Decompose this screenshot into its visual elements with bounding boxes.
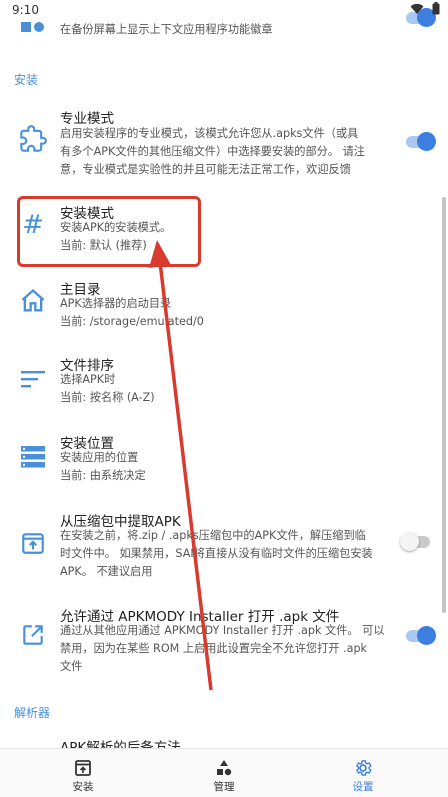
battery-icon	[432, 2, 440, 18]
install-icon	[73, 758, 93, 778]
bottom-navigation: 安装 管理 设置	[0, 748, 448, 797]
nav-install-label: 安装	[72, 781, 94, 793]
item-title: 专业模式	[60, 111, 114, 127]
item-summary: 选择APK时 当前: 按名称 (A-Z)	[60, 373, 155, 404]
item-summary: 启用安装程序的专业模式，该模式允许您从.apks文件（或具 有多个APK文件的其…	[60, 127, 365, 176]
status-bar: 9:10	[0, 0, 448, 22]
parser-fallback-setting[interactable]: APK解析的后备方法	[0, 736, 448, 748]
nav-manage[interactable]: 管理	[164, 749, 284, 797]
item-summary: APK选择器的启动目录 当前: /storage/emulated/0	[60, 297, 204, 328]
puzzle-icon	[18, 124, 48, 154]
storage-icon	[18, 442, 48, 472]
nav-manage-label: 管理	[213, 781, 235, 793]
nav-settings[interactable]: 设置	[303, 749, 423, 797]
gear-icon	[353, 758, 373, 778]
item-title: APK解析的后备方法	[60, 740, 181, 748]
shapes-icon	[214, 758, 234, 778]
archive-icon	[18, 528, 48, 558]
open-external-icon	[18, 620, 48, 650]
file-sort-setting[interactable]: 文件排序 选择APK时 当前: 按名称 (A-Z)	[0, 352, 448, 412]
install-location-setting[interactable]: 安装位置 安装应用的位置 当前: 由系统决定	[0, 430, 448, 490]
section-header-parser: 解析器	[14, 706, 51, 720]
extract-apk-toggle[interactable]	[400, 532, 430, 551]
allow-open-toggle[interactable]	[406, 626, 436, 645]
home-directory-setting[interactable]: 主目录 APK选择器的启动目录 当前: /storage/emulated/0	[0, 276, 448, 336]
extract-apk-setting[interactable]: 从压缩包中提取APK 在安装之前，将.zip / .apks压缩包中的APK文件…	[0, 508, 448, 588]
item-summary: 在备份屏幕上显示上下文应用程序功能徽章	[60, 23, 273, 36]
status-time: 9:10	[12, 3, 39, 17]
pro-mode-setting[interactable]: 专业模式 启用安装程序的专业模式，该模式允许您从.apks文件（或具 有多个AP…	[0, 102, 448, 182]
pro-mode-toggle[interactable]	[406, 132, 436, 151]
sort-icon	[18, 364, 48, 394]
settings-list[interactable]: 在备份屏幕上显示上下文应用程序功能徽章 安装 专业模式 启用安装程序的专业模式，…	[0, 0, 448, 748]
nav-settings-label: 设置	[352, 781, 374, 793]
scrollbar[interactable]	[442, 197, 446, 613]
item-summary: 安装应用的位置 当前: 由系统决定	[60, 451, 146, 482]
wifi-icon	[410, 3, 424, 18]
home-icon	[18, 286, 48, 316]
allow-open-apk-setting[interactable]: 允许通过 APKMODY Installer 打开 .apk 文件 通过从其他应…	[0, 604, 448, 684]
item-summary: 在安装之前，将.zip / .apks压缩包中的APK文件，解压缩到临 时文件中…	[60, 529, 373, 578]
item-summary: 通过从其他应用通过 APKMODY Installer 打开 .apk 文件。 …	[60, 624, 385, 673]
section-header-install: 安装	[14, 73, 39, 87]
nav-install[interactable]: 安装	[23, 749, 143, 797]
highlight-box	[17, 196, 201, 267]
